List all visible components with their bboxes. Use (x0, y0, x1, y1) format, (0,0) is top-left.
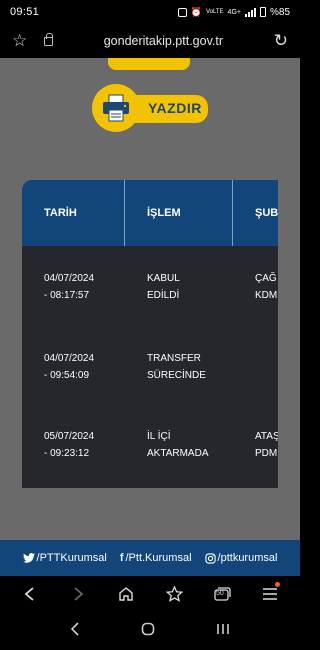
branch-text: KDM (255, 290, 278, 301)
table-row: 04/07/2024 - 09:54:09 TRANSFER SÜRECİNDE (22, 328, 278, 408)
action-text: TRANSFER (147, 353, 201, 364)
print-button-label: YAZDIR (148, 100, 202, 116)
system-back-icon (71, 621, 79, 636)
date-text: 04/07/2024 (44, 273, 95, 284)
home-button[interactable] (111, 579, 141, 609)
action-text: KABUL (147, 273, 180, 284)
column-header-branch: ŞUBE (255, 207, 278, 219)
action-text: EDİLDİ (147, 290, 180, 301)
column-header-date: TARİH (22, 180, 125, 246)
hamburger-menu-icon (263, 588, 277, 600)
back-button[interactable] (15, 579, 45, 609)
twitter-icon (22, 553, 35, 563)
twitter-handle: /PTTKurumsal (36, 552, 107, 564)
action-text: SÜRECİNDE (147, 370, 206, 381)
status-icons: ⏰ VoLTE 4G+ %85 (177, 6, 290, 18)
page-content: YAZDIR TARİH İŞLEM ŞUBE 04/07/2024 - 08:1… (0, 58, 300, 540)
branch-text: PDM (255, 448, 278, 459)
date-text: 05/07/2024 (44, 431, 95, 442)
table-row: 05/07/2024 - 09:23:12 İL İÇİ AKTARMADA ATA… (22, 408, 278, 488)
address-bar: ☆ gonderitakip.ptt.gov.tr ↻ (0, 24, 300, 58)
battery-percent: %85 (269, 6, 290, 18)
time-text: - 09:23:12 (44, 448, 90, 459)
system-home-button[interactable] (141, 622, 155, 641)
system-recents-button[interactable] (216, 622, 230, 640)
bookmarks-star-icon (165, 586, 183, 602)
cell-action: TRANSFER SÜRECİNDE (147, 350, 206, 384)
browser-toolbar: 50 (0, 576, 300, 612)
facebook-icon: f (119, 552, 124, 564)
notification-dot (275, 582, 280, 587)
bookmarks-button[interactable] (159, 579, 189, 609)
branch-text: ATAŞ (255, 431, 278, 442)
table-header: TARİH İŞLEM ŞUBE (22, 180, 278, 246)
print-button[interactable]: YAZDIR (92, 84, 208, 132)
cell-date: 04/07/2024 - 08:17:57 (44, 270, 94, 304)
system-recents-icon (216, 624, 229, 634)
clock: 09:51 (10, 6, 40, 18)
chevron-right-icon (74, 587, 84, 601)
cell-branch: ÇAĞ KDM (255, 270, 277, 304)
menu-button[interactable] (255, 579, 285, 609)
branch-text: ÇAĞ (255, 273, 277, 284)
bookmark-star-icon[interactable]: ☆ (12, 31, 34, 51)
action-text: AKTARMADA (147, 448, 209, 459)
home-icon (119, 587, 133, 601)
tabs-button[interactable]: 50 (207, 579, 237, 609)
instagram-handle: /pttkurumsal (217, 552, 278, 564)
forward-button[interactable] (63, 579, 93, 609)
signal-icon (244, 7, 256, 17)
date-text: 04/07/2024 (44, 353, 95, 364)
alarm-icon: ⏰ (190, 6, 202, 17)
system-home-icon (141, 622, 155, 635)
facebook-link[interactable]: f /Ptt.Kurumsal (120, 552, 192, 564)
cell-branch: ATAŞ PDM (255, 428, 278, 462)
lock-icon[interactable] (44, 32, 53, 46)
cell-action: İL İÇİ AKTARMADA (147, 428, 209, 462)
tracking-table: TARİH İŞLEM ŞUBE 04/07/2024 - 08:17:57 KA… (22, 180, 278, 488)
instagram-link[interactable]: /pttkurumsal (204, 552, 278, 564)
action-text: İL İÇİ (147, 431, 171, 442)
partial-yellow-button[interactable] (108, 58, 190, 70)
twitter-link[interactable]: /PTTKurumsal (22, 552, 107, 564)
status-bar: 09:51 ⏰ VoLTE 4G+ %85 (0, 0, 300, 24)
battery-icon (259, 7, 266, 17)
url-text[interactable]: gonderitakip.ptt.gov.tr (53, 34, 274, 48)
facebook-handle: /Ptt.Kurumsal (125, 552, 192, 564)
table-row: 04/07/2024 - 08:17:57 KABUL EDİLDİ ÇAĞ KDM (22, 246, 278, 326)
cell-date: 04/07/2024 - 09:54:09 (44, 350, 94, 384)
time-text: - 08:17:57 (44, 290, 90, 301)
system-nav-bar (0, 612, 300, 650)
printer-icon (103, 94, 129, 122)
volte-label: VoLTE (205, 9, 224, 15)
tab-count: 50 (216, 590, 224, 597)
cell-action: KABUL EDİLDİ (147, 270, 180, 304)
network-type: 4G+ (227, 8, 241, 16)
cell-date: 05/07/2024 - 09:23:12 (44, 428, 94, 462)
chevron-left-icon (24, 587, 34, 601)
notification-icon (177, 7, 187, 17)
social-footer: /PTTKurumsal f /Ptt.Kurumsal /pttkurumsa… (0, 540, 300, 576)
system-back-button[interactable] (70, 621, 80, 641)
instagram-icon (204, 552, 216, 564)
reload-icon[interactable]: ↻ (274, 31, 288, 51)
time-text: - 09:54:09 (44, 370, 90, 381)
table-body: 04/07/2024- 08:17:57 KABUL EDİLDİ ÇAĞ KDM … (22, 246, 278, 488)
column-header-action: İŞLEM (125, 180, 233, 246)
